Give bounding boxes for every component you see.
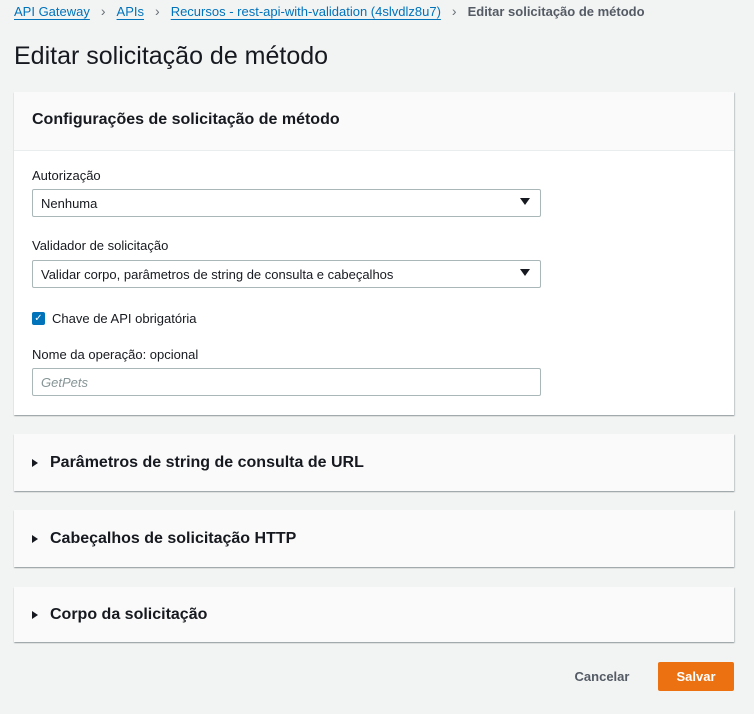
authorization-select[interactable]: Nenhuma <box>32 189 541 217</box>
breadcrumb-api-gateway[interactable]: API Gateway <box>14 4 90 19</box>
section-title: Cabeçalhos de solicitação HTTP <box>50 529 297 547</box>
caret-down-icon <box>520 198 530 205</box>
chevron-right-icon: › <box>100 3 106 19</box>
chevron-right-icon: › <box>451 3 457 19</box>
chevron-right-icon: › <box>155 3 160 19</box>
authorization-value: Nenhuma <box>41 196 98 211</box>
section-title: Corpo da solicitação <box>50 605 208 623</box>
cancel-button[interactable]: Cancelar <box>565 662 639 691</box>
operation-name-label: Nome da operação: opcional <box>32 347 199 362</box>
operation-name-input[interactable]: GetPets <box>32 368 541 396</box>
section-query-params[interactable]: Parâmetros de string de consulta de URL <box>14 434 734 491</box>
caret-down-icon <box>520 269 530 276</box>
validator-label: Validador de solicitação <box>32 238 169 253</box>
breadcrumb: API Gateway › APIs › Recursos - rest-api… <box>14 3 645 19</box>
breadcrumb-current: Editar solicitação de método <box>467 3 645 19</box>
section-title: Parâmetros de string de consulta de URL <box>50 453 364 471</box>
caret-right-icon <box>32 534 38 543</box>
panel-title: Configurações de solicitação de método <box>14 92 734 151</box>
breadcrumb-apis[interactable]: APIs <box>117 4 144 19</box>
validator-value: Validar corpo, parâmetros de string de c… <box>41 267 394 282</box>
save-button[interactable]: Salvar <box>658 662 734 691</box>
method-request-settings-panel: Configurações de solicitação de método A… <box>14 92 734 415</box>
checkmark-icon: ✓ <box>32 312 45 325</box>
breadcrumb-resources[interactable]: Recursos - rest-api-with-validation (4sl… <box>171 4 441 19</box>
authorization-label: Autorização <box>32 168 101 183</box>
caret-right-icon <box>32 458 38 467</box>
page-title: Editar solicitação de método <box>14 42 329 70</box>
section-body[interactable]: Corpo da solicitação <box>14 587 734 642</box>
caret-right-icon <box>32 610 38 619</box>
api-key-required-checkbox[interactable]: ✓ Chave de API obrigatória <box>32 311 197 326</box>
api-key-label: Chave de API obrigatória <box>52 311 197 326</box>
section-headers[interactable]: Cabeçalhos de solicitação HTTP <box>14 510 734 567</box>
validator-select[interactable]: Validar corpo, parâmetros de string de c… <box>32 260 541 288</box>
